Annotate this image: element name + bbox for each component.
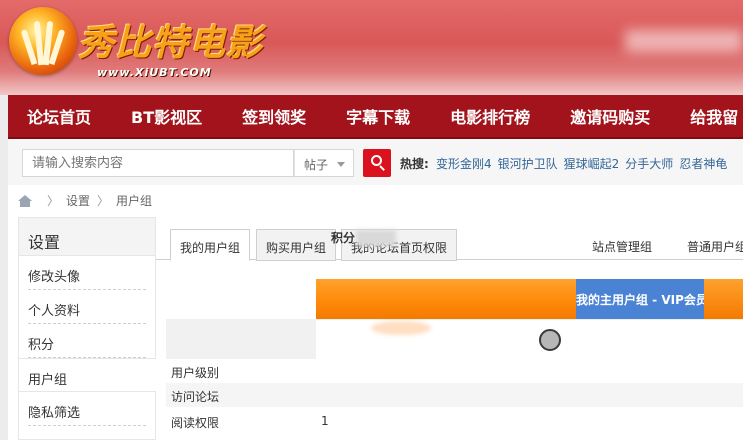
sidebar-item-avatar[interactable]: 修改头像 [28, 256, 146, 290]
nav-item-forum-home[interactable]: 论坛首页 [27, 104, 91, 128]
nav-item-invite-code[interactable]: 邀请码购买 [570, 104, 650, 128]
cursor-trail [371, 321, 431, 335]
hot-link[interactable]: 变形金刚4 [436, 155, 492, 172]
logo-title[interactable]: 秀比特电影 [78, 14, 263, 66]
breadcrumb: 〉 设置 〉 用户组 [18, 192, 152, 209]
breadcrumb-separator: 〉 [97, 194, 110, 208]
hot-link[interactable]: 猩球崛起2 [564, 155, 620, 172]
nav-item-message[interactable]: 给我留 [690, 104, 738, 128]
nav-item-checkin[interactable]: 签到领奖 [242, 104, 306, 128]
main-content: 〉 设置 〉 用户组 设置 修改头像 个人资料 积分 用户组 隐私筛选 我的用户… [8, 185, 743, 440]
sidebar-title: 设置 [19, 218, 155, 256]
hot-link[interactable]: 银河护卫队 [498, 155, 558, 172]
breadcrumb-separator: 〉 [47, 194, 60, 208]
row-label: 阅读权限 [171, 416, 220, 430]
search-input[interactable] [22, 149, 294, 177]
chevron-down-icon [337, 162, 345, 167]
mouse-cursor-icon [539, 329, 561, 351]
main-group-label: 我的主用户组 - VIP会员 [576, 279, 704, 319]
hot-link[interactable]: 分手大师 [625, 155, 673, 172]
sidebar-item-usergroup[interactable]: 用户组 [19, 358, 156, 392]
table-row: 用户级别 [166, 359, 743, 383]
search-button[interactable] [363, 149, 391, 177]
home-icon[interactable] [18, 194, 32, 207]
sidebar-item-profile[interactable]: 个人资料 [28, 290, 146, 324]
search-bar: 帖子 热搜: 变形金刚4 银河护卫队 猩球崛起2 分手大师 忍者神龟 [8, 139, 743, 185]
sidebar-item-credits[interactable]: 积分 [28, 324, 146, 358]
settings-sidebar: 设置 修改头像 个人资料 积分 用户组 隐私筛选 [18, 217, 156, 440]
tab-site-admin-group[interactable]: 站点管理组 [592, 238, 652, 255]
nav-item-subtitles[interactable]: 字幕下载 [346, 104, 410, 128]
hot-link[interactable]: 忍者神龟 [679, 155, 727, 172]
tab-normal-usergroup[interactable]: 普通用户组 [687, 238, 743, 255]
breadcrumb-settings[interactable]: 设置 [66, 192, 90, 209]
group-banner [316, 279, 576, 319]
logo-icon[interactable] [9, 7, 77, 75]
tabs-bar: 我的用户组 购买用户组 我的论坛首页权限 站点管理组 普通用户组 [156, 217, 743, 261]
table-row: 访问论坛 [166, 383, 743, 407]
hot-search-label: 热搜: [400, 157, 429, 171]
breadcrumb-usergroup: 用户组 [116, 194, 153, 208]
tab-my-usergroup[interactable]: 我的用户组 [170, 229, 251, 261]
sidebar-item-privacy[interactable]: 隐私筛选 [28, 392, 146, 426]
logo-url: www.XiUBT.COM [97, 66, 212, 79]
search-type-select[interactable]: 帖子 [294, 149, 354, 177]
header-blur [625, 30, 743, 52]
row-label: 用户级别 [171, 366, 220, 380]
tab-buy-usergroup[interactable]: 购买用户组 [256, 229, 337, 261]
site-header: 秀比特电影 www.XiUBT.COM [0, 0, 743, 95]
usergroup-panel: 我的用户组 购买用户组 我的论坛首页权限 站点管理组 普通用户组 我的主用户组 … [156, 217, 743, 440]
nav-item-bt-movies[interactable]: BT影视区 [131, 104, 202, 128]
nav-item-movie-ranking[interactable]: 电影排行榜 [450, 104, 530, 128]
score-row [166, 319, 743, 359]
score-label: 积分 [331, 231, 356, 245]
score-value-blurred [356, 230, 396, 246]
row-label: 访问论坛 [171, 390, 220, 404]
main-nav: 论坛首页 BT影视区 签到领奖 字幕下载 电影排行榜 邀请码购买 给我留 [8, 95, 743, 139]
hot-search-links: 变形金刚4 银河护卫队 猩球崛起2 分手大师 忍者神龟 [436, 155, 733, 172]
search-type-value: 帖子 [304, 158, 329, 172]
row-value: 1 [321, 414, 329, 428]
table-row: 阅读权限 1 [166, 409, 743, 433]
group-banner-end [704, 279, 743, 319]
